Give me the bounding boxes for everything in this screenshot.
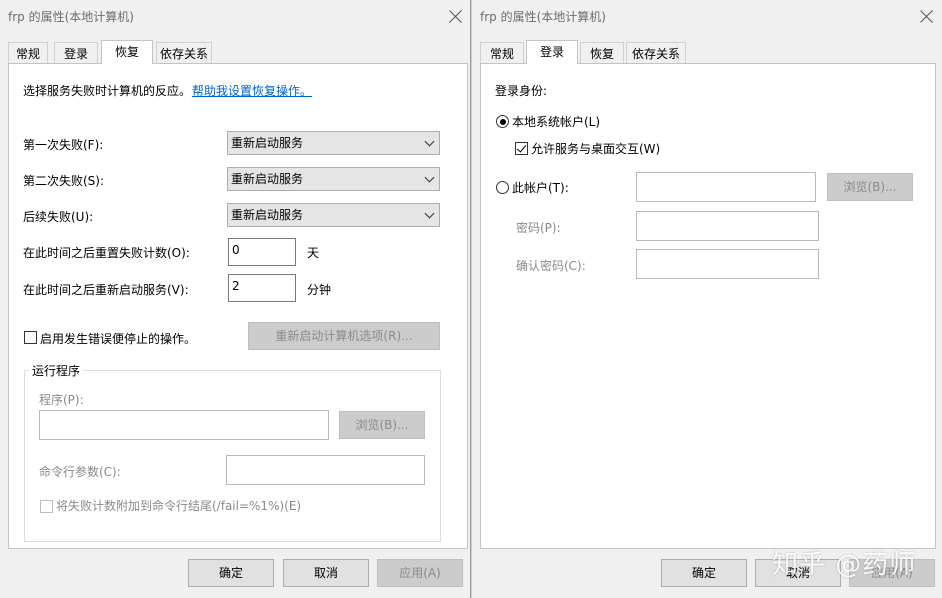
help-link[interactable]: 帮助我设置恢复操作。 xyxy=(192,82,312,99)
append-fail-count-checkbox[interactable] xyxy=(40,500,53,513)
watermark: 知乎 @药师 xyxy=(772,544,916,581)
program-input[interactable] xyxy=(39,410,329,440)
confirm-password-label: 确认密码(C): xyxy=(516,257,586,274)
append-fail-count-label: 将失败计数附加到命令行结尾(/fail=%1%)(E) xyxy=(56,497,301,514)
password-input[interactable] xyxy=(636,211,819,241)
apply-button[interactable]: 应用(A) xyxy=(377,559,463,587)
subsequent-failure-value: 重新启动服务 xyxy=(231,208,303,222)
enable-stop-actions-checkbox[interactable] xyxy=(24,331,37,344)
checkmark-icon xyxy=(517,142,527,152)
ok-button[interactable]: 确定 xyxy=(188,559,274,587)
first-failure-select[interactable]: 重新启动服务 xyxy=(227,131,440,155)
reset-count-label: 在此时间之后重置失败计数(O): xyxy=(23,244,190,261)
close-icon[interactable] xyxy=(449,9,463,23)
tab-general[interactable]: 常规 xyxy=(8,42,48,64)
restart-service-label: 在此时间之后重新启动服务(V): xyxy=(23,281,189,298)
tab-general[interactable]: 常规 xyxy=(480,42,524,64)
tab-logon[interactable]: 登录 xyxy=(526,40,578,64)
close-icon[interactable] xyxy=(920,9,934,23)
restart-service-unit: 分钟 xyxy=(307,281,331,298)
logon-as-label: 登录身份: xyxy=(495,82,547,99)
tab-logon[interactable]: 登录 xyxy=(54,42,98,64)
ok-button[interactable]: 确定 xyxy=(661,559,747,587)
account-browse-button[interactable]: 浏览(B)... xyxy=(827,173,913,201)
first-failure-value: 重新启动服务 xyxy=(231,136,303,150)
chevron-down-icon xyxy=(425,209,435,219)
first-failure-label: 第一次失败(F): xyxy=(23,136,103,153)
window-title: frp 的属性(本地计算机) xyxy=(480,8,606,25)
password-label: 密码(P): xyxy=(516,219,561,236)
this-account-label: 此帐户(T): xyxy=(512,179,569,196)
cancel-button[interactable]: 取消 xyxy=(283,559,369,587)
logon-panel: 登录身份: 本地系统帐户(L) 允许服务与桌面交互(W) 此帐户(T): 浏览(… xyxy=(480,63,936,549)
second-failure-value: 重新启动服务 xyxy=(231,172,303,186)
restart-computer-options-button[interactable]: 重新启动计算机选项(R)... xyxy=(248,322,440,350)
tab-dependencies[interactable]: 依存关系 xyxy=(156,42,212,64)
recovery-panel: 选择服务失败时计算机的反应。 帮助我设置恢复操作。 第一次失败(F): 重新启动… xyxy=(8,63,468,549)
this-account-radio[interactable] xyxy=(496,181,509,194)
run-program-group-label: 运行程序 xyxy=(29,362,83,379)
subsequent-failure-label: 后续失败(U): xyxy=(23,208,93,225)
radio-dot-icon xyxy=(500,119,506,125)
second-failure-label: 第二次失败(S): xyxy=(23,172,104,189)
tab-dependencies[interactable]: 依存关系 xyxy=(626,42,686,64)
cmd-args-label: 命令行参数(C): xyxy=(39,463,121,480)
subsequent-failure-select[interactable]: 重新启动服务 xyxy=(227,203,440,227)
second-failure-select[interactable]: 重新启动服务 xyxy=(227,167,440,191)
program-label: 程序(P): xyxy=(39,391,84,408)
allow-desktop-label: 允许服务与桌面交互(W) xyxy=(531,140,660,157)
allow-desktop-checkbox[interactable] xyxy=(515,142,528,155)
properties-dialog-recovery: frp 的属性(本地计算机) 常规 登录 恢复 依存关系 选择服务失败时计算机的… xyxy=(0,0,471,598)
local-system-radio[interactable] xyxy=(496,115,509,128)
chevron-down-icon xyxy=(425,137,435,147)
enable-stop-actions-label: 启用发生错误便停止的操作。 xyxy=(40,330,196,347)
properties-dialog-logon: frp 的属性(本地计算机) 常规 登录 恢复 依存关系 登录身份: 本地系统帐… xyxy=(471,0,942,598)
tab-recovery[interactable]: 恢复 xyxy=(101,40,153,64)
cmd-args-input[interactable] xyxy=(226,455,425,485)
program-browse-button[interactable]: 浏览(B)... xyxy=(339,411,425,439)
confirm-password-input[interactable] xyxy=(636,249,819,279)
reset-count-input[interactable]: 0 xyxy=(228,238,296,266)
this-account-input[interactable] xyxy=(636,172,816,202)
chevron-down-icon xyxy=(425,173,435,183)
restart-service-input[interactable]: 2 xyxy=(228,274,296,302)
local-system-label: 本地系统帐户(L) xyxy=(512,113,600,130)
intro-text: 选择服务失败时计算机的反应。 xyxy=(23,82,191,99)
reset-count-unit: 天 xyxy=(307,244,319,261)
window-title: frp 的属性(本地计算机) xyxy=(8,8,134,25)
tab-recovery[interactable]: 恢复 xyxy=(580,42,624,64)
